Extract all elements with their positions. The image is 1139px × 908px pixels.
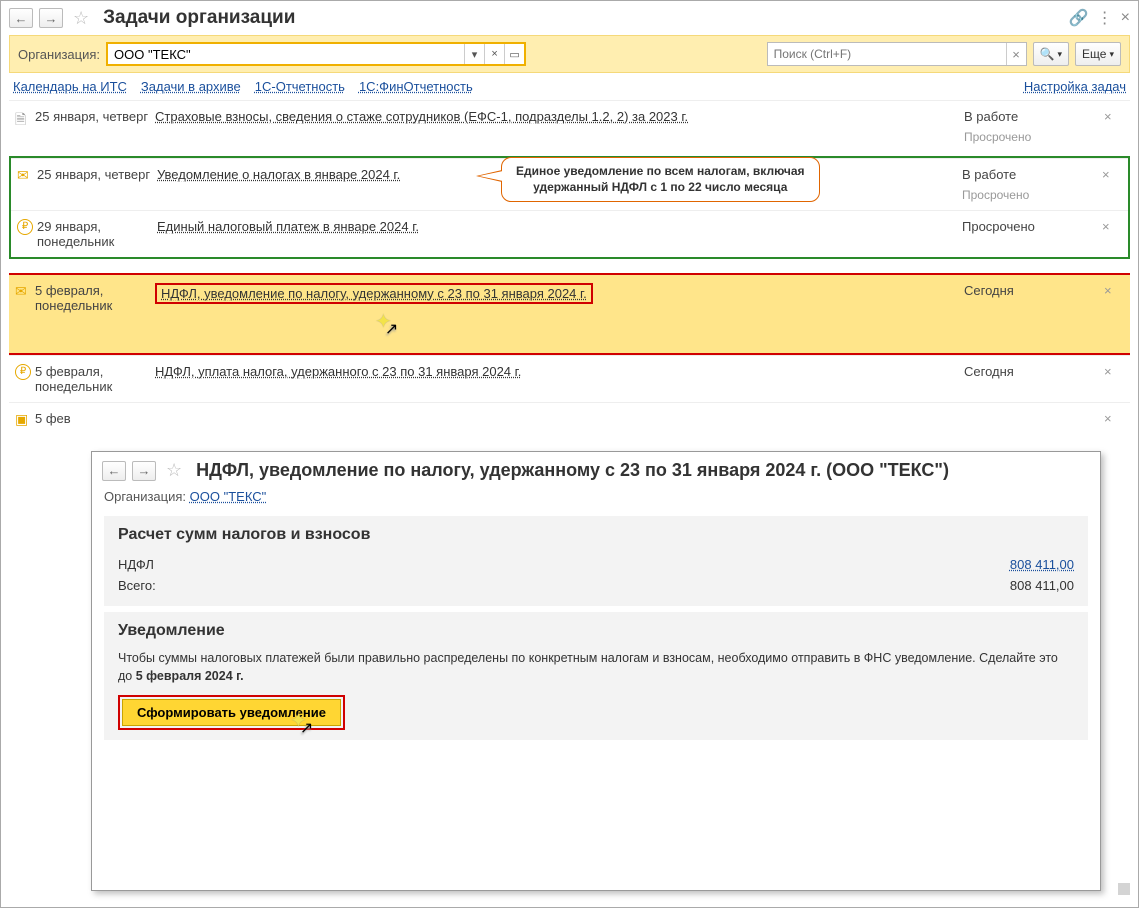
ruble-icon (15, 364, 35, 380)
task-date: 29 января, понедельник (37, 219, 157, 249)
task-status: В работе (964, 109, 1104, 124)
search-box[interactable]: × (767, 42, 1027, 66)
task-row[interactable]: 29 января, понедельник Единый налоговый … (11, 210, 1128, 257)
task-link[interactable]: Единый налоговый платеж в январе 2024 г. (157, 219, 419, 234)
notice-panel: Уведомление Чтобы суммы налоговых платеж… (104, 612, 1088, 740)
forward-button[interactable]: → (132, 461, 156, 481)
link-archive[interactable]: Задачи в архиве (141, 79, 241, 94)
task-dismiss-icon[interactable]: × (1104, 364, 1124, 379)
task-status: Сегодня (964, 364, 1104, 379)
link-icon[interactable]: 🔗 (1069, 8, 1089, 28)
task-group-highlight: 25 января, четверг Уведомление о налогах… (9, 156, 1130, 259)
calc-total-name: Всего: (118, 578, 924, 593)
detail-title: НДФЛ, уведомление по налогу, удержанному… (196, 460, 949, 481)
back-button[interactable]: ← (9, 8, 33, 28)
filter-toolbar: Организация: ▾ × ▭ × 🔍▾ Еще▾ (9, 35, 1130, 73)
org-input[interactable] (108, 44, 464, 64)
generate-notice-button[interactable]: Сформировать уведомление (122, 699, 341, 726)
task-dismiss-icon[interactable]: × (1102, 219, 1122, 234)
kebab-icon[interactable]: ⋮ (1097, 8, 1113, 28)
more-button[interactable]: Еще▾ (1075, 42, 1121, 66)
envelope-icon (15, 283, 35, 300)
document-icon (15, 109, 35, 133)
org-open-icon[interactable]: ▭ (504, 44, 524, 64)
task-row[interactable]: 5 фев × (9, 402, 1130, 436)
task-link[interactable]: НДФЛ, уплата налога, удержанного с 23 по… (155, 364, 521, 379)
star-icon[interactable]: ☆ (166, 460, 182, 481)
org-selector[interactable]: ▾ × ▭ (106, 42, 526, 66)
calc-panel: Расчет сумм налогов и взносов НДФЛ 808 4… (104, 516, 1088, 606)
task-substatus: Просрочено (964, 130, 1104, 144)
task-status: В работе (962, 167, 1102, 182)
star-icon[interactable]: ☆ (73, 8, 89, 29)
page-title: Задачи организации (103, 7, 295, 29)
notice-desc: Чтобы суммы налоговых платежей были прав… (118, 650, 1074, 685)
calc-panel-title: Расчет сумм налогов и взносов (118, 526, 1074, 544)
notice-panel-title: Уведомление (118, 622, 1074, 640)
org-label: Организация: (18, 47, 100, 62)
link-calendar[interactable]: Календарь на ИТС (13, 79, 127, 94)
main-window: ← → ☆ Задачи организации 🔗 ⋮ × Организац… (0, 0, 1139, 908)
titlebar: ← → ☆ Задачи организации 🔗 ⋮ × (1, 1, 1138, 35)
detail-org-link[interactable]: ООО "ТЕКС" (190, 489, 267, 504)
link-task-settings[interactable]: Настройка задач (1024, 79, 1126, 94)
task-date: 5 февраля, понедельник (35, 283, 155, 313)
task-row[interactable]: 25 января, четверг Уведомление о налогах… (11, 158, 1128, 210)
calc-row-name: НДФЛ (118, 557, 924, 572)
task-substatus: Просрочено (962, 188, 1102, 202)
back-button[interactable]: ← (102, 461, 126, 481)
envelope-icon (17, 167, 37, 184)
task-link[interactable]: Уведомление о налогах в январе 2024 г. (157, 167, 400, 182)
task-dismiss-icon[interactable]: × (1104, 109, 1124, 124)
task-row-selected[interactable]: 5 февраля, понедельник НДФЛ, уведомление… (9, 273, 1130, 355)
package-icon (15, 411, 35, 428)
ruble-icon (17, 219, 37, 235)
task-status: Сегодня (964, 283, 1104, 298)
task-dismiss-icon[interactable]: × (1104, 283, 1124, 298)
search-input[interactable] (768, 43, 1006, 65)
search-button[interactable]: 🔍▾ (1033, 42, 1069, 66)
detail-org-label: Организация: (104, 489, 186, 504)
task-link[interactable]: НДФЛ, уведомление по налогу, удержанному… (161, 286, 587, 301)
task-date: 5 фев (35, 411, 155, 426)
scrollbar-thumb[interactable] (1118, 883, 1130, 895)
task-dismiss-icon[interactable]: × (1104, 411, 1124, 426)
forward-button[interactable]: → (39, 8, 63, 28)
link-1c-report[interactable]: 1С-Отчетность (255, 79, 345, 94)
task-date: 25 января, четверг (37, 167, 157, 182)
task-dismiss-icon[interactable]: × (1102, 167, 1122, 182)
task-status: Просрочено (962, 219, 1102, 234)
org-dropdown-icon[interactable]: ▾ (464, 44, 484, 64)
task-date: 25 января, четверг (35, 109, 155, 124)
task-date: 5 февраля, понедельник (35, 364, 155, 394)
search-clear-icon[interactable]: × (1006, 43, 1026, 65)
links-bar: Календарь на ИТС Задачи в архиве 1С-Отче… (1, 73, 1138, 100)
calc-row-value-link[interactable]: 808 411,00 (1010, 557, 1074, 572)
calc-total-value: 808 411,00 (924, 578, 1074, 593)
task-row[interactable]: 25 января, четверг Страховые взносы, све… (9, 100, 1130, 152)
close-icon[interactable]: × (1121, 9, 1130, 27)
task-row[interactable]: 5 февраля, понедельник НДФЛ, уплата нало… (9, 355, 1130, 402)
callout-annotation: Единое уведомление по всем налогам, вклю… (501, 157, 820, 202)
org-clear-icon[interactable]: × (484, 44, 504, 64)
detail-window: ← → ☆ НДФЛ, уведомление по налогу, удерж… (91, 451, 1101, 891)
link-1c-fin[interactable]: 1С:ФинОтчетность (359, 79, 473, 94)
task-link[interactable]: Страховые взносы, сведения о стаже сотру… (155, 109, 688, 124)
